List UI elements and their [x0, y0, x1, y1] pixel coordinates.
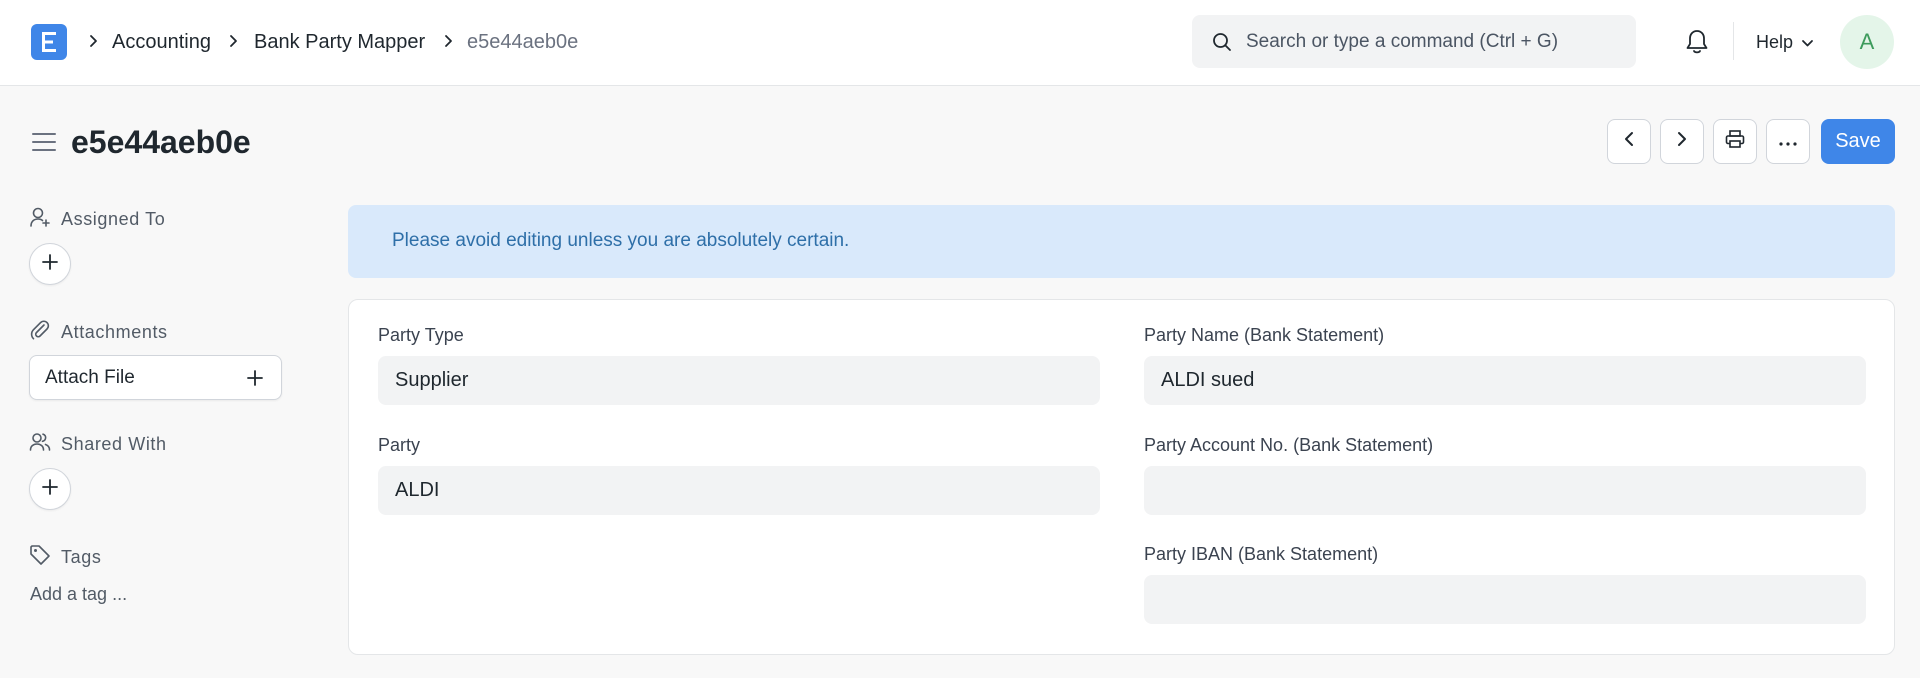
- notification-bell-icon[interactable]: [1684, 28, 1710, 56]
- app-logo-icon[interactable]: [31, 24, 67, 60]
- party-type-field[interactable]: [378, 356, 1100, 405]
- add-share-button[interactable]: [29, 468, 71, 510]
- user-icon: [29, 206, 51, 233]
- party-type-label: Party Type: [378, 325, 464, 345]
- party-iban-field[interactable]: [1144, 575, 1866, 624]
- chevron-right-icon: [87, 33, 99, 49]
- assigned-to-section: Assigned To: [29, 206, 165, 233]
- printer-icon: [1725, 130, 1745, 153]
- breadcrumb-current: e5e44aeb0e: [467, 31, 579, 53]
- ellipsis-icon: [1779, 133, 1797, 151]
- page-title: e5e44aeb0e: [71, 124, 251, 160]
- shared-with-label: Shared With: [61, 434, 167, 454]
- tags-section: Tags: [29, 544, 101, 571]
- form-card: Party Type Party Party Name (Bank Statem…: [348, 299, 1895, 655]
- navbar-divider: [1733, 22, 1734, 60]
- chevron-right-icon: [227, 33, 239, 49]
- navbar: Accounting Bank Party Mapper e5e44aeb0e …: [0, 0, 1920, 86]
- plus-icon: [41, 253, 59, 276]
- add-tag-link[interactable]: Add a tag ...: [30, 584, 127, 605]
- party-name-label: Party Name (Bank Statement): [1144, 325, 1385, 345]
- party-account-no-field[interactable]: [1144, 466, 1866, 515]
- paperclip-icon: [29, 319, 51, 346]
- party-field[interactable]: [378, 466, 1100, 515]
- attachments-label: Attachments: [61, 322, 168, 342]
- attachments-section: Attachments: [29, 319, 168, 346]
- save-button[interactable]: Save: [1821, 119, 1895, 164]
- breadcrumb-bank-party-mapper[interactable]: Bank Party Mapper: [254, 30, 425, 54]
- search-bar[interactable]: [1192, 15, 1636, 68]
- warning-alert: Please avoid editing unless you are abso…: [348, 205, 1895, 278]
- shared-with-section: Shared With: [29, 431, 167, 458]
- help-label: Help: [1756, 31, 1794, 52]
- plus-icon: [246, 369, 264, 392]
- print-button[interactable]: [1713, 119, 1757, 164]
- sidebar-toggle-icon[interactable]: [32, 131, 56, 153]
- previous-document-button[interactable]: [1607, 119, 1651, 164]
- user-avatar[interactable]: A: [1840, 15, 1894, 69]
- assigned-to-label: Assigned To: [61, 209, 166, 229]
- more-actions-button[interactable]: [1766, 119, 1810, 164]
- users-icon: [29, 431, 51, 458]
- help-dropdown[interactable]: Help: [1756, 28, 1814, 56]
- breadcrumb-accounting[interactable]: Accounting: [112, 30, 211, 54]
- plus-icon: [41, 478, 59, 501]
- party-iban-label: Party IBAN (Bank Statement): [1144, 544, 1379, 564]
- chevron-down-icon: [1801, 32, 1814, 53]
- party-label: Party: [378, 435, 421, 455]
- next-document-button[interactable]: [1660, 119, 1704, 164]
- party-name-field[interactable]: [1144, 356, 1866, 405]
- search-icon: [1212, 32, 1232, 57]
- tags-label: Tags: [61, 547, 102, 567]
- attach-file-button[interactable]: Attach File: [29, 355, 282, 400]
- add-assignee-button[interactable]: [29, 243, 71, 285]
- chevron-right-icon: [442, 33, 454, 49]
- alert-message: Please avoid editing unless you are abso…: [392, 230, 850, 251]
- tag-icon: [29, 544, 51, 571]
- attach-file-label: Attach File: [45, 367, 135, 388]
- search-input[interactable]: [1246, 15, 1626, 68]
- chevron-right-icon: [1677, 131, 1687, 152]
- chevron-left-icon: [1624, 131, 1634, 152]
- party-account-no-label: Party Account No. (Bank Statement): [1144, 435, 1434, 455]
